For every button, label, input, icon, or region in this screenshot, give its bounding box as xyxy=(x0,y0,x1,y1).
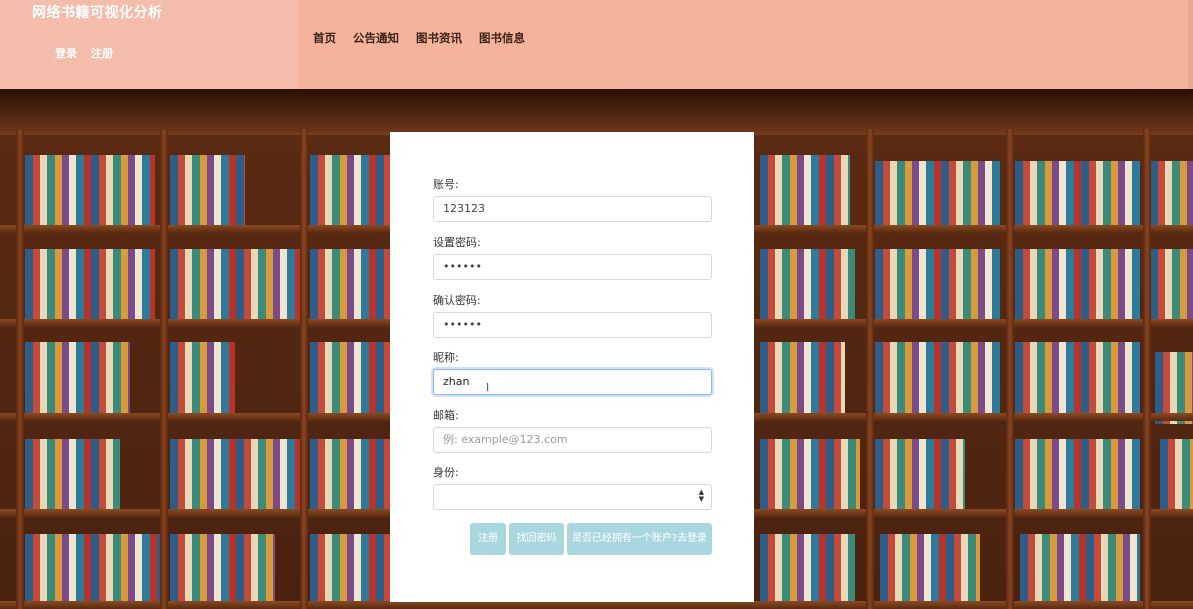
books xyxy=(310,439,390,511)
books xyxy=(25,155,155,227)
books xyxy=(880,534,980,606)
email-label: 邮箱: xyxy=(433,409,459,422)
login-link[interactable]: 登录 xyxy=(55,45,77,61)
role-select[interactable]: ▲ ▼ xyxy=(433,484,712,510)
shelf-post xyxy=(1143,129,1151,609)
books xyxy=(1150,161,1193,233)
books xyxy=(875,249,1000,321)
nickname-value: zhan xyxy=(443,375,470,388)
books xyxy=(1150,249,1193,321)
shelf-post xyxy=(300,129,308,609)
shelf-post xyxy=(866,129,874,609)
books xyxy=(1015,342,1140,414)
account-label: 账号: xyxy=(433,178,459,191)
books xyxy=(310,534,390,606)
shelf-post xyxy=(160,129,168,609)
books xyxy=(1160,439,1193,511)
books xyxy=(170,155,245,227)
nav-item-book-news[interactable]: 图书资讯 xyxy=(416,30,462,46)
books xyxy=(170,249,300,321)
account-input[interactable]: 123123 xyxy=(433,196,712,222)
books xyxy=(170,342,235,414)
books xyxy=(760,342,845,414)
books xyxy=(310,249,390,321)
books xyxy=(760,155,850,227)
password-input[interactable]: •••••• xyxy=(433,254,712,280)
nickname-label: 昵称: xyxy=(433,351,459,364)
books xyxy=(25,249,155,321)
books xyxy=(875,342,1000,414)
email-input[interactable]: 例: example@123.com xyxy=(433,427,712,453)
books xyxy=(875,439,965,511)
books xyxy=(875,161,1000,233)
select-arrows-icon: ▲ ▼ xyxy=(698,488,704,503)
auth-links: 登录 注册 xyxy=(55,45,113,61)
shelf-post xyxy=(1006,129,1014,609)
register-button[interactable]: 注册 xyxy=(470,523,506,555)
books xyxy=(310,155,390,227)
shelf-plank xyxy=(0,601,1193,609)
shelf-top xyxy=(0,89,1193,135)
books xyxy=(1015,439,1140,511)
top-header: 网络书籍可视化分析 登录 注册 首页 公告通知 图书资讯 图书信息 xyxy=(0,0,1193,89)
password-label: 设置密码: xyxy=(433,236,481,249)
nickname-input[interactable]: zhan I xyxy=(433,369,712,395)
confirm-password-label: 确认密码: xyxy=(433,294,481,307)
books xyxy=(760,439,860,511)
books xyxy=(760,249,855,321)
brand-area: 网络书籍可视化分析 登录 注册 xyxy=(0,0,299,89)
nav-item-announcements[interactable]: 公告通知 xyxy=(353,30,399,46)
books xyxy=(25,439,120,511)
shelf-post xyxy=(16,129,24,609)
find-password-button[interactable]: 找回密码 xyxy=(509,523,564,555)
books xyxy=(1015,249,1140,321)
main-nav: 首页 公告通知 图书资讯 图书信息 xyxy=(313,30,525,46)
confirm-password-input[interactable]: •••••• xyxy=(433,312,712,338)
go-login-button[interactable]: 是否已经拥有一个账户?去登录 xyxy=(567,523,712,555)
books xyxy=(25,342,130,414)
register-form-card: 账号: 123123 设置密码: •••••• 确认密码: •••••• 昵称:… xyxy=(390,132,754,602)
books xyxy=(170,534,275,606)
books xyxy=(25,534,160,606)
role-label: 身份: xyxy=(433,466,459,479)
scrollbar[interactable] xyxy=(1188,0,1193,89)
books xyxy=(1020,534,1140,606)
site-title: 网络书籍可视化分析 xyxy=(32,5,163,21)
nav-item-book-info[interactable]: 图书信息 xyxy=(479,30,525,46)
books xyxy=(760,534,855,606)
text-cursor-icon: I xyxy=(486,381,490,394)
register-link[interactable]: 注册 xyxy=(91,45,113,61)
books xyxy=(1015,161,1140,233)
nav-item-home[interactable]: 首页 xyxy=(313,30,336,46)
books xyxy=(170,439,300,511)
books xyxy=(310,342,390,414)
